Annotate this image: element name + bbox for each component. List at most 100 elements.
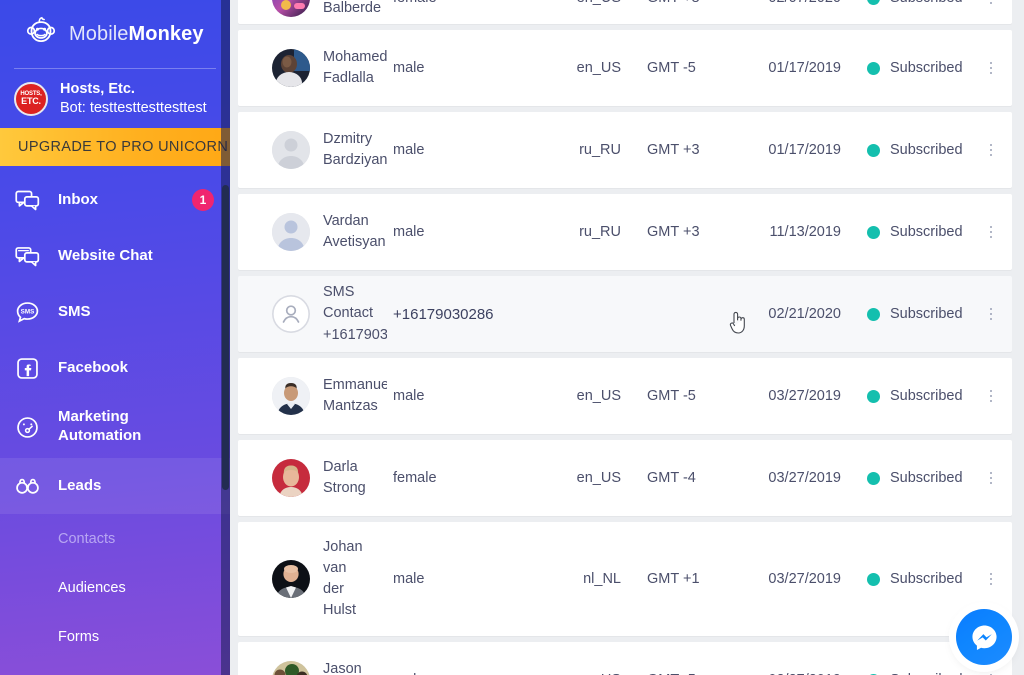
table-row[interactable]: SMS Contact +16179030286 +16179030286 02/2…: [238, 276, 1012, 352]
contact-date: 03/27/2019: [768, 571, 841, 587]
avatar: [272, 377, 310, 415]
status-badge: Subscribed: [890, 388, 963, 404]
brand-header[interactable]: MobileMonkey: [0, 0, 230, 68]
contacts-table: Herne Balberdefemaleen_USGMT +802/07/202…: [230, 0, 1024, 675]
table-row[interactable]: Dzmitry Bardziyan male ru_RU GMT +3 01/17/20…: [238, 112, 1012, 188]
contact-gender: male: [393, 142, 425, 158]
status-dot: [867, 225, 880, 239]
contact-date: 02/07/2020: [721, 0, 841, 6]
table-row[interactable]: Emmanuel Mantzas male en_US GMT -5 03/27/201…: [238, 358, 1012, 434]
contact-gender: male: [393, 60, 425, 76]
contact-name: SMS Contact +16179030286: [323, 284, 387, 343]
avatar: [272, 49, 310, 87]
vertical-dots-icon[interactable]: [984, 388, 998, 404]
vertical-dots-icon[interactable]: [984, 306, 998, 322]
contact-name: Herne Balberde: [323, 0, 382, 16]
sidebar-item-facebook[interactable]: Facebook: [0, 340, 230, 396]
bot-selector[interactable]: HOSTS, ETC. Hosts, Etc. Bot: testtesttes…: [0, 69, 230, 128]
brand-title-light: Mobile: [69, 22, 129, 45]
table-row[interactable]: Johan van der Hulst male nl_NL GMT +1 03/27/…: [238, 522, 1012, 636]
table-row[interactable]: Herne Balberde femaleen_USGMT +802/07/202…: [238, 0, 1012, 24]
facebook-icon: [12, 353, 42, 383]
bot-subtitle: Bot: testtesttesttesttest: [60, 99, 207, 116]
status-dot: [867, 572, 880, 586]
contact-date: 02/21/2020: [768, 306, 841, 322]
contact-timezone: GMT +3: [647, 142, 700, 158]
contact-gender: female: [387, 0, 537, 6]
facebook-messenger-button[interactable]: [956, 609, 1012, 665]
sidebar-item-label: Website Chat: [58, 246, 153, 264]
status-dot: [867, 61, 880, 75]
contact-timezone: GMT +1: [647, 571, 700, 587]
sms-bubble-icon: SMS: [12, 297, 42, 327]
contact-locale: en_US: [576, 470, 621, 486]
sidebar-subitem-audiences[interactable]: Audiences: [0, 563, 230, 612]
sidebar-scrollbar-thumb[interactable]: [222, 185, 229, 490]
sidebar-item-label: Leads: [58, 476, 102, 494]
brand-title: MobileMonkey: [69, 23, 204, 46]
contact-locale: ru_RU: [579, 142, 621, 158]
contact-name-cell[interactable]: SMS Contact +16179030286: [238, 282, 387, 345]
contact-gender: male: [393, 571, 425, 587]
contact-name: Johan van der Hulst: [323, 538, 363, 619]
app-root: MobileMonkey HOSTS, ETC. Hosts, Etc. Bot…: [0, 0, 1024, 675]
contact-timezone: GMT +3: [647, 224, 700, 240]
status-badge: Subscribed: [890, 571, 963, 587]
contact-name-cell[interactable]: Johan van der Hulst: [238, 537, 387, 621]
status-dot: [867, 307, 880, 321]
sidebar: MobileMonkey HOSTS, ETC. Hosts, Etc. Bot…: [0, 0, 230, 675]
brand-title-bold: Monkey: [128, 22, 204, 45]
website-chat-icon: [12, 241, 42, 271]
table-row[interactable]: Darla Strong female en_US GMT -4 03/27/2019 S…: [238, 440, 1012, 516]
sidebar-scrollbar-track[interactable]: [221, 0, 230, 675]
svg-text:SMS: SMS: [20, 308, 34, 315]
avatar: [272, 0, 310, 17]
sidebar-subitem-forms[interactable]: Forms: [0, 612, 230, 661]
vertical-dots-icon[interactable]: [984, 470, 998, 486]
status-badge: Subscribed: [890, 306, 963, 322]
bot-avatar-mark-bottom: ETC.: [21, 95, 41, 106]
table-row[interactable]: Mohamed Fadlalla male en_US GMT -5 01/17/201…: [238, 30, 1012, 106]
sidebar-item-inbox[interactable]: Inbox 1: [0, 172, 230, 228]
contact-locale: en_US: [576, 60, 621, 76]
vertical-dots-icon[interactable]: [984, 60, 998, 76]
sidebar-item-marketing-automation[interactable]: Marketing Automation: [0, 396, 230, 458]
bot-avatar-mark: HOSTS, ETC.: [20, 91, 41, 107]
table-row[interactable]: Jason Oharemaleen_USGMT -502/27/2019Subs…: [238, 642, 1012, 675]
vertical-dots-icon[interactable]: [984, 224, 998, 240]
sidebar-item-label: Facebook: [58, 358, 129, 376]
status-dot: [867, 471, 880, 485]
vertical-dots-icon[interactable]: [984, 571, 998, 587]
sidebar-item-sms[interactable]: SMS SMS: [0, 284, 230, 340]
facebook-messenger-icon: [971, 624, 997, 650]
contact-name-cell[interactable]: Dzmitry Bardziyan: [238, 129, 387, 171]
vertical-dots-icon[interactable]: [984, 0, 998, 6]
contact-name-cell[interactable]: Vardan Avetisyan: [238, 211, 387, 253]
upgrade-to-pro-button[interactable]: UPGRADE TO PRO UNICORN: [0, 128, 230, 167]
sidebar-subitem-label: Forms: [58, 628, 100, 645]
sidebar-item-website-chat[interactable]: Website Chat: [0, 228, 230, 284]
contact-name-cell[interactable]: Emmanuel Mantzas: [238, 375, 387, 417]
contact-timezone: GMT -4: [647, 470, 696, 486]
table-row[interactable]: Vardan Avetisyan male ru_RU GMT +3 11/13/201…: [238, 194, 1012, 270]
avatar: [272, 131, 310, 169]
contact-gender: male: [393, 388, 425, 404]
status-badge: Subscribed: [890, 224, 963, 240]
contact-name-cell[interactable]: Herne Balberde: [238, 0, 387, 19]
contact-date: 11/13/2019: [769, 224, 842, 240]
contact-name-cell[interactable]: Darla Strong: [238, 457, 387, 499]
status-badge: Subscribed: [890, 470, 963, 486]
sidebar-item-leads[interactable]: Leads: [0, 458, 230, 515]
contact-name-cell[interactable]: Mohamed Fadlalla: [238, 47, 387, 89]
contact-name-cell[interactable]: Jason Ohare: [238, 659, 387, 675]
sidebar-item-badge: 1: [192, 189, 214, 212]
contact-name: Dzmitry Bardziyan: [323, 130, 387, 168]
contact-status-cell: Subscribed: [841, 571, 1012, 587]
contact-status-cell: Subscribed: [841, 388, 1012, 404]
bot-avatar: HOSTS, ETC.: [14, 81, 48, 116]
avatar: [272, 459, 310, 497]
contact-date: 03/27/2019: [768, 470, 841, 486]
sidebar-subitem-contacts[interactable]: Contacts: [0, 514, 230, 563]
avatar: [272, 294, 310, 333]
vertical-dots-icon[interactable]: [984, 142, 998, 158]
